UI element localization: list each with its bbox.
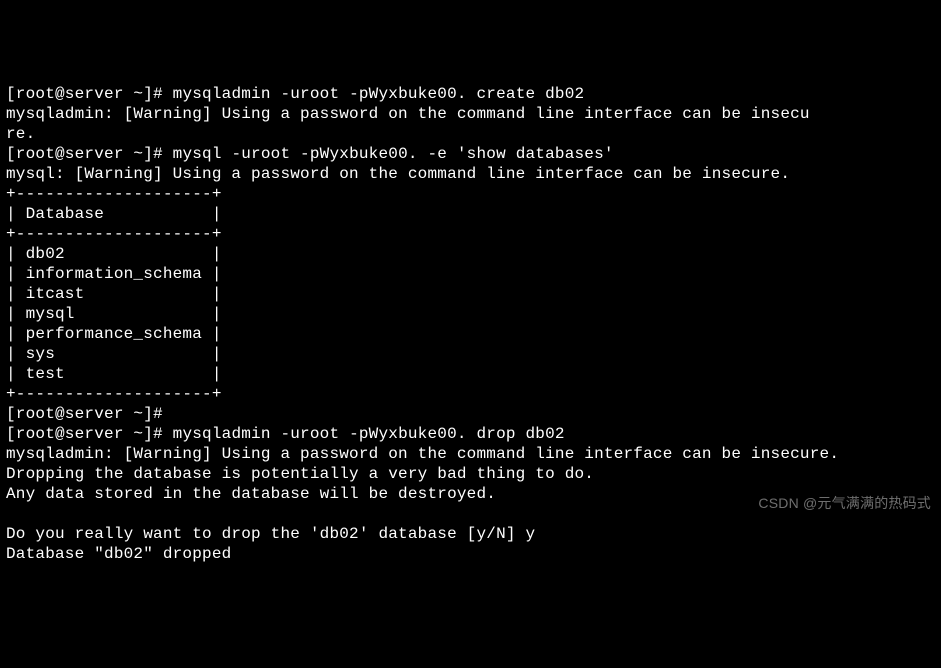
terminal-output: re. bbox=[6, 125, 35, 143]
command-text: mysql -uroot -pWyxbuke00. -e 'show datab… bbox=[173, 145, 614, 163]
table-header: | Database | bbox=[6, 205, 222, 223]
table-row: | itcast | bbox=[6, 285, 222, 303]
prompt: [root@server ~]# bbox=[6, 405, 163, 423]
prompt: [root@server ~]# bbox=[6, 85, 163, 103]
confirm-line[interactable]: Do you really want to drop the 'db02' da… bbox=[6, 525, 535, 543]
table-row: | db02 | bbox=[6, 245, 222, 263]
terminal-line[interactable]: [root@server ~]# mysqladmin -uroot -pWyx… bbox=[6, 85, 584, 103]
watermark: CSDN @元气满满的热码式 bbox=[758, 495, 931, 513]
table-border: +--------------------+ bbox=[6, 385, 222, 403]
terminal-line[interactable]: [root@server ~]# bbox=[6, 405, 173, 423]
table-row: | sys | bbox=[6, 345, 222, 363]
terminal-output: Dropping the database is potentially a v… bbox=[6, 465, 594, 483]
table-row: | performance_schema | bbox=[6, 325, 222, 343]
terminal-line[interactable]: [root@server ~]# mysql -uroot -pWyxbuke0… bbox=[6, 145, 614, 163]
terminal-output: Database "db02" dropped bbox=[6, 545, 231, 563]
confirm-question: Do you really want to drop the 'db02' da… bbox=[6, 525, 516, 543]
command-text: mysqladmin -uroot -pWyxbuke00. create db… bbox=[173, 85, 585, 103]
prompt: [root@server ~]# bbox=[6, 425, 163, 443]
table-border: +--------------------+ bbox=[6, 225, 222, 243]
command-text: mysqladmin -uroot -pWyxbuke00. drop db02 bbox=[173, 425, 565, 443]
table-row: | information_schema | bbox=[6, 265, 222, 283]
table-row: | mysql | bbox=[6, 305, 222, 323]
terminal-line[interactable]: [root@server ~]# mysqladmin -uroot -pWyx… bbox=[6, 425, 565, 443]
terminal-output: mysqladmin: [Warning] Using a password o… bbox=[6, 445, 839, 463]
blank-line bbox=[6, 505, 16, 523]
terminal-output: mysql: [Warning] Using a password on the… bbox=[6, 165, 790, 183]
table-row: | test | bbox=[6, 365, 222, 383]
table-border: +--------------------+ bbox=[6, 185, 222, 203]
terminal-output: mysqladmin: [Warning] Using a password o… bbox=[6, 105, 810, 123]
confirm-answer: y bbox=[526, 525, 536, 543]
prompt: [root@server ~]# bbox=[6, 145, 163, 163]
terminal-output: Any data stored in the database will be … bbox=[6, 485, 496, 503]
